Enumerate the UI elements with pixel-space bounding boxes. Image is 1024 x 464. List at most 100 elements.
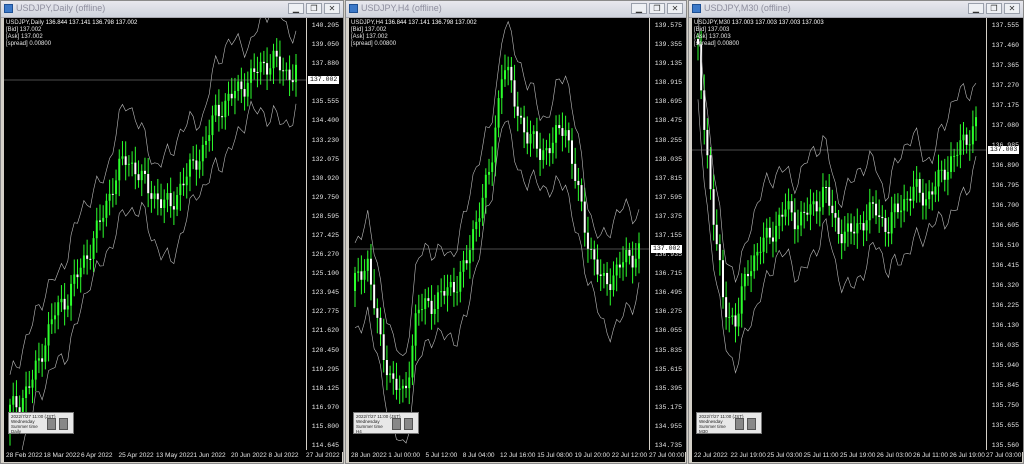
current-price-label: 137.003: [988, 146, 1020, 154]
candle-body: [931, 191, 934, 195]
title-bar[interactable]: USDJPY,M30 (offline) ▁ ❐ ✕: [689, 1, 1023, 18]
candle-body: [912, 186, 915, 201]
candle-body: [825, 186, 828, 188]
candle-body: [195, 160, 198, 170]
price-tick-label: 136.605: [991, 222, 1019, 229]
time-scale[interactable]: 28 Feb 2022 18 Mar 2022 6 Apr 2022 25 Apr 2…: [4, 450, 342, 462]
chart-window-h4[interactable]: USDJPY,H4 (offline) ▁ ❐ ✕ USDJPY,H4 136.…: [345, 0, 687, 464]
maximize-button[interactable]: ❐: [986, 3, 1002, 14]
candle-body: [940, 169, 943, 171]
candle-body: [884, 218, 887, 232]
price-tick-label: 136.795: [991, 182, 1019, 189]
bid-label: [Bid] 137.002: [351, 27, 387, 33]
minimize-button[interactable]: ▁: [631, 3, 647, 14]
price-tick-label: 136.035: [991, 342, 1019, 349]
candle-body: [887, 231, 890, 234]
time-scale[interactable]: 28 Jun 2022 1 Jul 00:00 5 Jul 12:00 8 Jul 0…: [349, 450, 685, 462]
hud-button[interactable]: [404, 418, 413, 430]
chart-info: USDJPY,H4 136.844 137.141 136.798 137.00…: [351, 20, 477, 48]
candle-body: [750, 271, 753, 277]
candle-body: [771, 237, 774, 242]
chart-window-m30[interactable]: USDJPY,M30 (offline) ▁ ❐ ✕ USDJPY,M30 13…: [688, 0, 1024, 464]
hud-button[interactable]: [392, 418, 401, 430]
candle-body: [201, 144, 204, 162]
hud-button[interactable]: [47, 418, 56, 430]
price-scale[interactable]: 137.555 137.460 137.365 137.270 137.175 137.0…: [987, 18, 1023, 452]
price-tick-label: 135.940: [991, 362, 1019, 369]
candle-body: [965, 134, 968, 145]
maximize-button[interactable]: ❐: [649, 3, 665, 14]
price-tick-label: 137.555: [991, 22, 1019, 29]
candle-body: [354, 272, 356, 291]
candle-body: [246, 82, 249, 97]
maximize-button[interactable]: ❐: [306, 3, 322, 14]
candle-body: [424, 298, 427, 310]
candle-body: [631, 255, 634, 268]
candle-body: [956, 154, 959, 156]
candle-body: [440, 291, 443, 293]
price-tick-label: 135.655: [991, 422, 1019, 429]
bollinger-lower: [354, 120, 640, 444]
candle-body: [140, 170, 143, 181]
price-scale[interactable]: 139.575 139.355 139.135 138.915 138.695 138.4…: [650, 18, 686, 452]
candle-body: [959, 140, 962, 155]
time-panel: 2022/7/27 11:00 (JST) Wednesday Summer t…: [353, 412, 419, 434]
candle-body: [430, 300, 433, 314]
candle-body: [211, 115, 214, 136]
minimize-button[interactable]: ▁: [288, 3, 304, 14]
ask-label: [Ask] 137.002: [351, 34, 388, 40]
candle-body: [634, 258, 637, 268]
candle-body: [975, 117, 977, 127]
candle-body: [137, 174, 140, 181]
candlestick-plot: [692, 18, 986, 374]
title-bar[interactable]: USDJPY,H4 (offline) ▁ ❐ ✕: [346, 1, 686, 18]
price-tick-label: 136.495: [654, 289, 682, 297]
price-chart[interactable]: USDJPY,M30 137.003 137.003 137.003 137.0…: [692, 18, 986, 452]
close-button[interactable]: ✕: [667, 3, 683, 14]
candle-body: [831, 205, 834, 214]
candle-body: [840, 234, 843, 244]
hud-button[interactable]: [747, 418, 756, 430]
hud-button[interactable]: [59, 418, 68, 430]
candle-body: [70, 283, 73, 306]
title-bar[interactable]: USDJPY,Daily (offline) ▁ ❐ ✕: [1, 1, 343, 18]
price-scale[interactable]: 140.205139.050137.880136.725135.555134.4…: [307, 18, 343, 452]
candle-body: [756, 251, 759, 256]
close-button[interactable]: ✕: [1004, 3, 1020, 14]
candle-body: [417, 309, 420, 314]
candle-body: [934, 186, 937, 195]
candle-body: [373, 284, 376, 309]
candle-body: [166, 193, 169, 200]
candle-body: [893, 203, 896, 213]
time-tick-label: 1 Jun 2022: [193, 452, 226, 459]
price-chart[interactable]: USDJPY,Daily 136.844 137.141 136.798 137…: [4, 18, 306, 452]
chart-window-daily[interactable]: USDJPY,Daily (offline) ▁ ❐ ✕ USDJPY,Dail…: [0, 0, 344, 464]
candle-body: [57, 302, 60, 316]
candle-body: [468, 250, 471, 264]
time-tick-label: 8 Jul 2022: [268, 452, 299, 459]
price-tick-label: 138.915: [654, 79, 682, 87]
candle-body: [392, 373, 395, 379]
candle-body: [41, 358, 44, 362]
price-chart[interactable]: USDJPY,H4 136.844 137.141 136.798 137.00…: [349, 18, 649, 452]
candle-body: [759, 251, 762, 253]
price-tick-label: 120.450: [311, 346, 339, 354]
candle-body: [602, 272, 605, 276]
candle-body: [63, 298, 66, 310]
hud-button[interactable]: [735, 418, 744, 430]
bollinger-upper: [9, 18, 297, 375]
candle-body: [421, 309, 424, 311]
candle-body: [127, 163, 130, 165]
minimize-button[interactable]: ▁: [968, 3, 984, 14]
close-button[interactable]: ✕: [324, 3, 340, 14]
candle-body: [875, 203, 878, 216]
candle-body: [790, 201, 793, 213]
candle-body: [606, 272, 609, 285]
candle-body: [278, 56, 281, 71]
candle-body: [809, 204, 812, 215]
candle-body: [182, 183, 185, 186]
candle-body: [818, 207, 821, 212]
price-tick-label: 134.955: [654, 422, 682, 430]
time-tick-label: 28 Feb 2022: [6, 452, 43, 459]
time-scale[interactable]: 22 Jul 2022 22 Jul 19:00 25 Jul 03:00 25 Ju…: [692, 450, 1022, 462]
